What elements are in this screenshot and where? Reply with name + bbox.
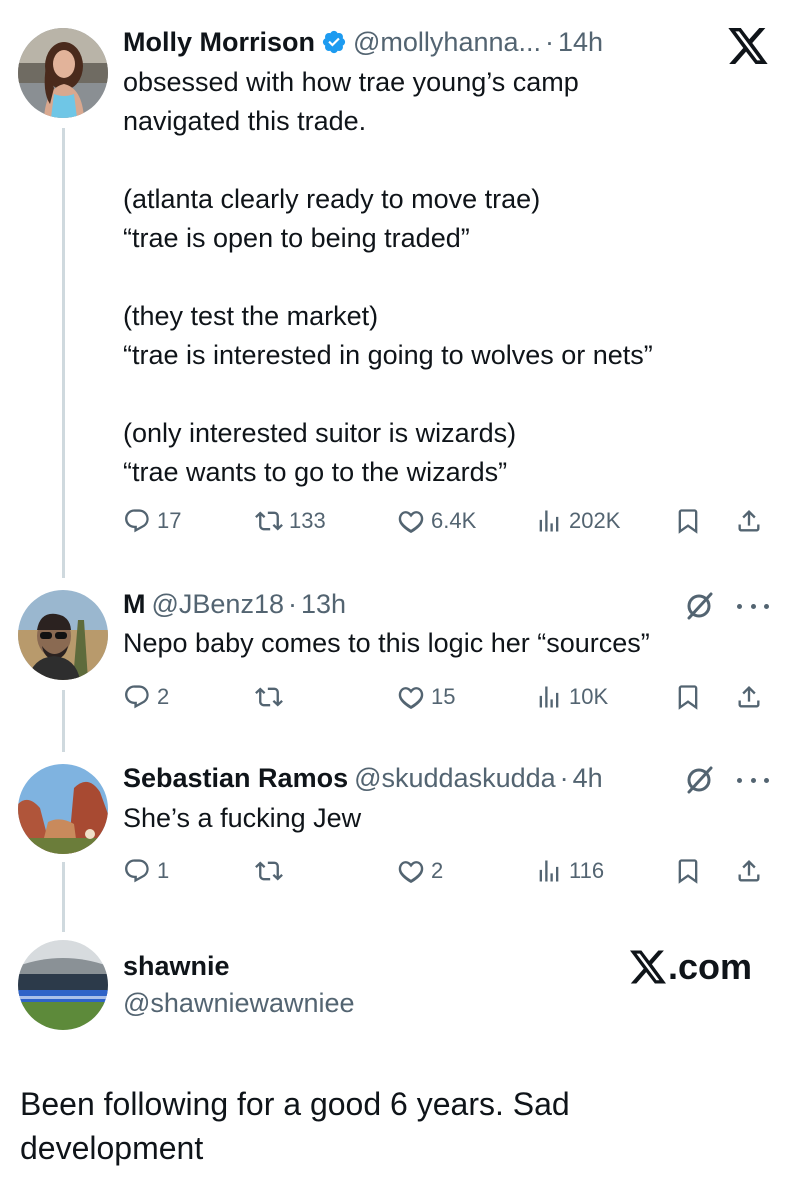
reply-button[interactable]: 2	[123, 680, 169, 714]
repost-icon	[255, 511, 283, 531]
repost-button[interactable]	[255, 854, 283, 888]
reply-icon	[125, 509, 149, 533]
reply-icon	[125, 859, 149, 883]
author-name[interactable]: Sebastian Ramos	[123, 762, 348, 794]
views-count: 116	[569, 858, 605, 883]
tweet-text: Nepo baby comes to this logic her “sourc…	[123, 628, 650, 658]
author-handle[interactable]: @skuddaskudda	[354, 762, 556, 794]
quoted-account-name[interactable]: shawnie	[123, 950, 230, 982]
views-icon	[539, 686, 559, 708]
views-button[interactable]: 10K	[535, 680, 608, 714]
action-bar: 2 15 10K	[123, 680, 768, 714]
views-button[interactable]: 116	[535, 854, 604, 888]
grok-icon[interactable]	[683, 764, 715, 796]
repost-count: 133	[289, 508, 326, 533]
bookmark-icon	[678, 859, 698, 884]
timestamp[interactable]: 13h	[301, 588, 346, 620]
avatar[interactable]	[18, 940, 108, 1030]
tweet-header: M @JBenz18 · 13h	[123, 588, 346, 620]
views-icon	[539, 510, 559, 532]
avatar[interactable]	[18, 590, 108, 680]
tweet-header: Molly Morrison @mollyhanna... · 14h	[123, 26, 603, 58]
share-icon	[738, 510, 760, 532]
like-count: 2	[431, 858, 444, 883]
views-button[interactable]: 202K	[535, 504, 620, 538]
author-handle[interactable]: @JBenz18	[152, 588, 284, 620]
x-logo-icon	[630, 950, 666, 984]
x-com-watermark: .com	[630, 946, 752, 988]
views-count: 202K	[569, 508, 621, 533]
tweet-sebastian[interactable]: Sebastian Ramos @skuddaskudda · 4h She’s…	[0, 752, 789, 932]
quoted-account-handle[interactable]: @shawniewawniee	[123, 987, 355, 1019]
tweet-header: Sebastian Ramos @skuddaskudda · 4h	[123, 762, 603, 794]
repost-icon	[255, 687, 283, 707]
bookmark-button[interactable]	[674, 854, 702, 888]
like-count: 6.4K	[431, 508, 477, 533]
action-bar: 17 133 6.4K 202K	[123, 504, 768, 538]
author-name[interactable]: Molly Morrison	[123, 26, 315, 58]
verified-badge-icon	[321, 29, 347, 55]
separator-dot: ·	[287, 589, 297, 619]
views-icon	[539, 860, 559, 882]
avatar[interactable]	[18, 28, 108, 118]
share-button[interactable]	[735, 680, 763, 714]
more-icon[interactable]	[737, 775, 769, 785]
like-button[interactable]: 15	[397, 680, 455, 714]
tweet-molly[interactable]: Molly Morrison @mollyhanna... · 14h obse…	[0, 0, 789, 580]
action-bar: 1 2 116	[123, 854, 768, 888]
reply-count: 1	[157, 858, 170, 883]
share-button[interactable]	[735, 854, 763, 888]
reply-button[interactable]: 1	[123, 854, 169, 888]
bookmark-icon	[678, 509, 698, 534]
share-icon	[738, 686, 760, 708]
separator-dot: ·	[559, 763, 569, 793]
bookmark-icon	[678, 685, 698, 710]
reply-count: 2	[157, 684, 170, 709]
like-icon	[398, 861, 424, 883]
like-button[interactable]: 6.4K	[397, 504, 476, 538]
reply-button[interactable]: 17	[123, 504, 181, 538]
timestamp[interactable]: 4h	[573, 762, 603, 794]
repost-icon	[255, 861, 283, 881]
views-count: 10K	[569, 684, 609, 709]
share-button[interactable]	[735, 504, 763, 538]
like-icon	[398, 511, 424, 533]
author-name[interactable]: M	[123, 588, 146, 620]
reply-count: 17	[157, 508, 182, 533]
tweet-text: obsessed with how trae young’s camp navi…	[123, 67, 653, 487]
share-icon	[738, 860, 760, 882]
x-com-text: .com	[668, 946, 753, 987]
tweet-text: She’s a fucking Jew	[123, 803, 362, 833]
reply-icon	[125, 685, 149, 709]
caption-text: Been following for a good 6 years. Sad d…	[20, 1086, 570, 1166]
separator-dot: ·	[545, 27, 555, 57]
tweet-m[interactable]: M @JBenz18 · 13h Nepo baby comes to this…	[0, 580, 789, 750]
author-handle[interactable]: @mollyhanna...	[353, 26, 541, 58]
like-icon	[398, 687, 424, 709]
grok-icon[interactable]	[683, 590, 715, 622]
like-count: 15	[431, 684, 456, 709]
avatar[interactable]	[18, 764, 108, 854]
timestamp[interactable]: 14h	[558, 26, 603, 58]
repost-button[interactable]	[255, 680, 283, 714]
repost-button[interactable]: 133	[255, 504, 326, 538]
like-button[interactable]: 2	[397, 854, 443, 888]
more-icon[interactable]	[737, 601, 769, 611]
bookmark-button[interactable]	[674, 680, 702, 714]
bookmark-button[interactable]	[674, 504, 702, 538]
